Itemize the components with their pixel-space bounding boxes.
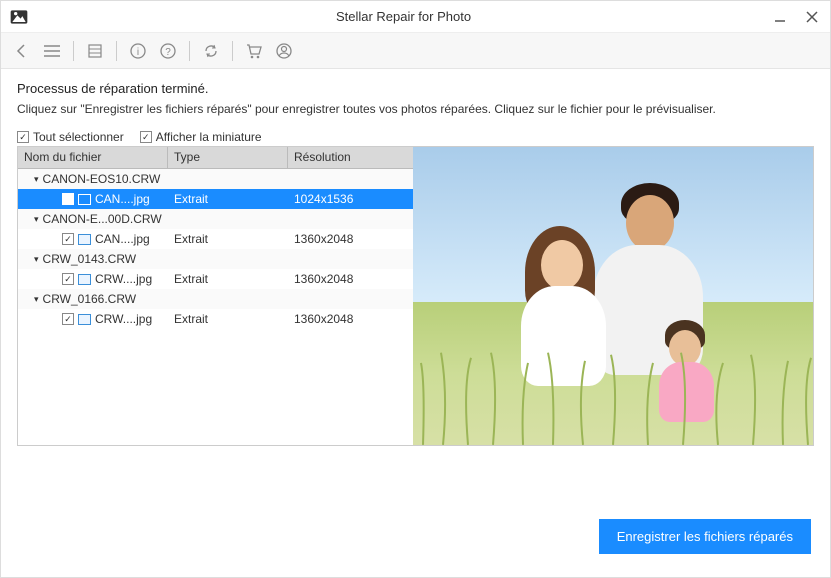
- separator: [73, 41, 74, 61]
- col-name[interactable]: Nom du fichier: [18, 147, 168, 168]
- group-name: CANON-EOS10.CRW: [43, 172, 161, 186]
- group-name: CRW_0166.CRW: [43, 292, 137, 306]
- table-header: Nom du fichier Type Résolution: [18, 147, 413, 169]
- checkbox-icon: ✓: [17, 131, 29, 143]
- file-row[interactable]: ✓ CAN....jpg Extrait1360x2048: [18, 229, 413, 249]
- preview-panel: [413, 147, 813, 445]
- file-type: Extrait: [168, 232, 288, 246]
- info-button[interactable]: i: [125, 38, 151, 64]
- row-checkbox[interactable]: ✓: [62, 313, 74, 325]
- col-res[interactable]: Résolution: [288, 147, 413, 168]
- image-file-icon: [78, 314, 91, 325]
- file-rows[interactable]: ▾CANON-EOS10.CRW✓CAN....jpgExtrait1024x1…: [18, 169, 413, 445]
- save-repaired-button[interactable]: Enregistrer les fichiers réparés: [599, 519, 811, 554]
- file-list-panel: Nom du fichier Type Résolution ▾ CANON-EO…: [18, 147, 413, 445]
- separator: [189, 41, 190, 61]
- file-name: CRW....jpg: [95, 312, 152, 326]
- page-heading: Processus de réparation terminé.: [17, 81, 814, 96]
- col-type[interactable]: Type: [168, 147, 288, 168]
- back-button[interactable]: [9, 38, 35, 64]
- file-res: 1024x1536: [288, 192, 413, 206]
- file-res: 1360x2048: [288, 272, 413, 286]
- image-file-icon: [78, 274, 91, 285]
- show-thumb-checkbox[interactable]: ✓ Afficher la miniature: [140, 130, 262, 144]
- file-type: Extrait: [168, 192, 288, 206]
- select-all-label: Tout sélectionner: [33, 130, 124, 144]
- titlebar: Stellar Repair for Photo: [1, 1, 830, 33]
- image-file-icon: [78, 234, 91, 245]
- file-row[interactable]: ✓ CRW....jpg Extrait1360x2048: [18, 309, 413, 329]
- group-row[interactable]: ▾ CANON-EOS10.CRW: [18, 169, 413, 189]
- chevron-down-icon: ▾: [34, 254, 39, 265]
- app-title: Stellar Repair for Photo: [37, 9, 770, 24]
- file-row[interactable]: ✓ CAN....jpg Extrait1024x1536: [18, 189, 413, 209]
- group-row[interactable]: ▾ CRW_0143.CRW: [18, 249, 413, 269]
- file-type: Extrait: [168, 312, 288, 326]
- app-logo-icon: [9, 7, 29, 27]
- minimize-button[interactable]: [770, 7, 790, 27]
- file-name: CAN....jpg: [95, 192, 150, 206]
- checkbox-icon: ✓: [140, 131, 152, 143]
- file-res: 1360x2048: [288, 312, 413, 326]
- row-checkbox[interactable]: ✓: [62, 193, 74, 205]
- window-controls: [770, 7, 822, 27]
- page-subtext: Cliquez sur "Enregistrer les fichiers ré…: [17, 100, 814, 118]
- group-name: CANON-E...00D.CRW: [43, 212, 162, 226]
- svg-text:?: ?: [165, 47, 171, 58]
- close-button[interactable]: [802, 7, 822, 27]
- toolbar: i ?: [1, 33, 830, 69]
- footer: Enregistrer les fichiers réparés: [599, 519, 811, 554]
- row-checkbox[interactable]: ✓: [62, 233, 74, 245]
- list-button[interactable]: [82, 38, 108, 64]
- group-row[interactable]: ▾ CANON-E...00D.CRW: [18, 209, 413, 229]
- main-area: Nom du fichier Type Résolution ▾ CANON-EO…: [17, 146, 814, 446]
- group-name: CRW_0143.CRW: [43, 252, 137, 266]
- content-area: Processus de réparation terminé. Cliquez…: [1, 69, 830, 446]
- svg-text:i: i: [137, 47, 139, 58]
- image-file-icon: [78, 194, 91, 205]
- options-row: ✓ Tout sélectionner ✓ Afficher la miniat…: [17, 130, 814, 144]
- separator: [116, 41, 117, 61]
- select-all-checkbox[interactable]: ✓ Tout sélectionner: [17, 130, 124, 144]
- show-thumb-label: Afficher la miniature: [156, 130, 262, 144]
- file-type: Extrait: [168, 272, 288, 286]
- cart-button[interactable]: [241, 38, 267, 64]
- group-row[interactable]: ▾ CRW_0166.CRW: [18, 289, 413, 309]
- chevron-down-icon: ▾: [34, 174, 39, 185]
- user-button[interactable]: [271, 38, 297, 64]
- chevron-down-icon: ▾: [34, 214, 39, 225]
- file-name: CAN....jpg: [95, 232, 150, 246]
- menu-button[interactable]: [39, 38, 65, 64]
- file-name: CRW....jpg: [95, 272, 152, 286]
- file-res: 1360x2048: [288, 232, 413, 246]
- file-row[interactable]: ✓ CRW....jpg Extrait1360x2048: [18, 269, 413, 289]
- separator: [232, 41, 233, 61]
- refresh-button[interactable]: [198, 38, 224, 64]
- row-checkbox[interactable]: ✓: [62, 273, 74, 285]
- help-button[interactable]: ?: [155, 38, 181, 64]
- chevron-down-icon: ▾: [34, 294, 39, 305]
